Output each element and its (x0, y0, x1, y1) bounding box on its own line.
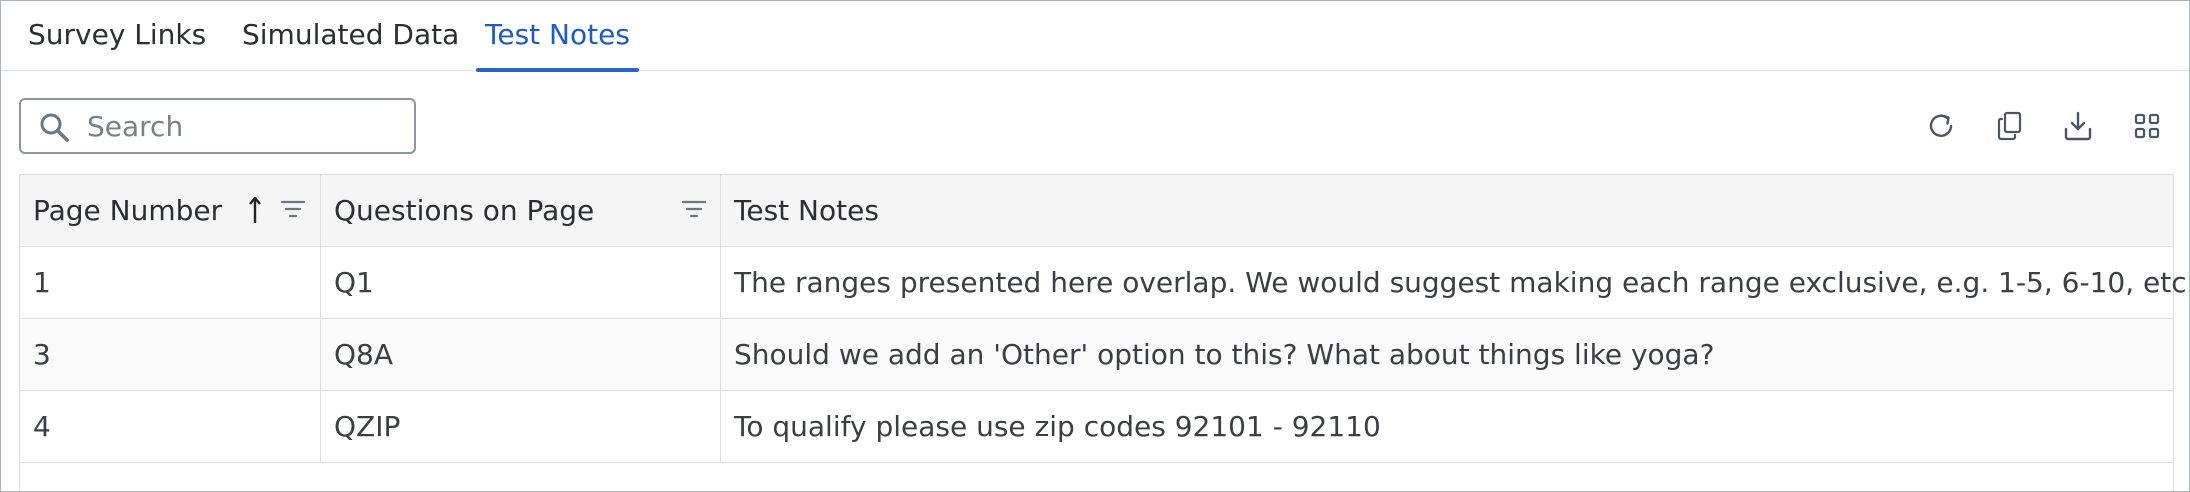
question-cell: Q1 (321, 247, 721, 318)
test-notes-panel: Survey Links Simulated Data Test Notes S… (0, 0, 2190, 492)
tab-active-indicator (476, 68, 639, 72)
column-header-test-notes[interactable]: Test Notes (721, 175, 2173, 246)
test-notes-table: Page Number Questions on Page Test Notes… (19, 174, 2190, 491)
column-header-label: Test Notes (734, 194, 879, 227)
table-row[interactable]: 3 Q8A Should we add an 'Other' option to… (20, 319, 2173, 391)
tab-label: Test Notes (485, 18, 630, 51)
tab-simulated-data[interactable]: Simulated Data (242, 17, 459, 70)
table-row[interactable]: 4 QZIP To qualify please use zip codes 9… (20, 391, 2173, 463)
search-icon (40, 113, 69, 142)
column-header-page-number[interactable]: Page Number (20, 175, 321, 246)
filter-icon[interactable] (681, 193, 707, 227)
test-note-cell: To qualify please use zip codes 92101 - … (734, 410, 1381, 443)
grid-view-icon[interactable] (2130, 109, 2164, 143)
column-header-questions-on-page[interactable]: Questions on Page (321, 175, 721, 246)
test-note-cell: The ranges presented here overlap. We wo… (734, 266, 2190, 299)
tab-label: Simulated Data (242, 18, 460, 51)
search-input[interactable] (87, 108, 397, 144)
test-note-cell: Should we add an 'Other' option to this?… (734, 338, 1715, 371)
table-header-row: Page Number Questions on Page Test Notes (20, 175, 2173, 247)
question-cell: QZIP (321, 391, 721, 462)
tab-test-notes[interactable]: Test Notes (476, 17, 639, 72)
table-row[interactable]: 1 Q1 The ranges presented here overlap. … (20, 247, 2190, 319)
column-header-label: Page Number (33, 194, 223, 227)
page-number-cell: 1 (20, 247, 321, 318)
sort-ascending-icon[interactable] (246, 193, 264, 227)
tab-survey-links[interactable]: Survey Links (28, 17, 206, 70)
search-box[interactable] (19, 98, 416, 154)
filter-icon[interactable] (280, 193, 306, 227)
page-number-cell: 4 (20, 391, 321, 462)
refresh-icon[interactable] (1925, 109, 1959, 143)
tab-label: Survey Links (28, 18, 207, 51)
copy-icon[interactable] (1993, 109, 2027, 143)
column-header-label: Questions on Page (334, 194, 595, 227)
page-number-cell: 3 (20, 319, 321, 390)
download-icon[interactable] (2061, 109, 2095, 143)
tab-bar: Survey Links Simulated Data Test Notes (1, 1, 2189, 72)
question-cell: Q8A (321, 319, 721, 390)
